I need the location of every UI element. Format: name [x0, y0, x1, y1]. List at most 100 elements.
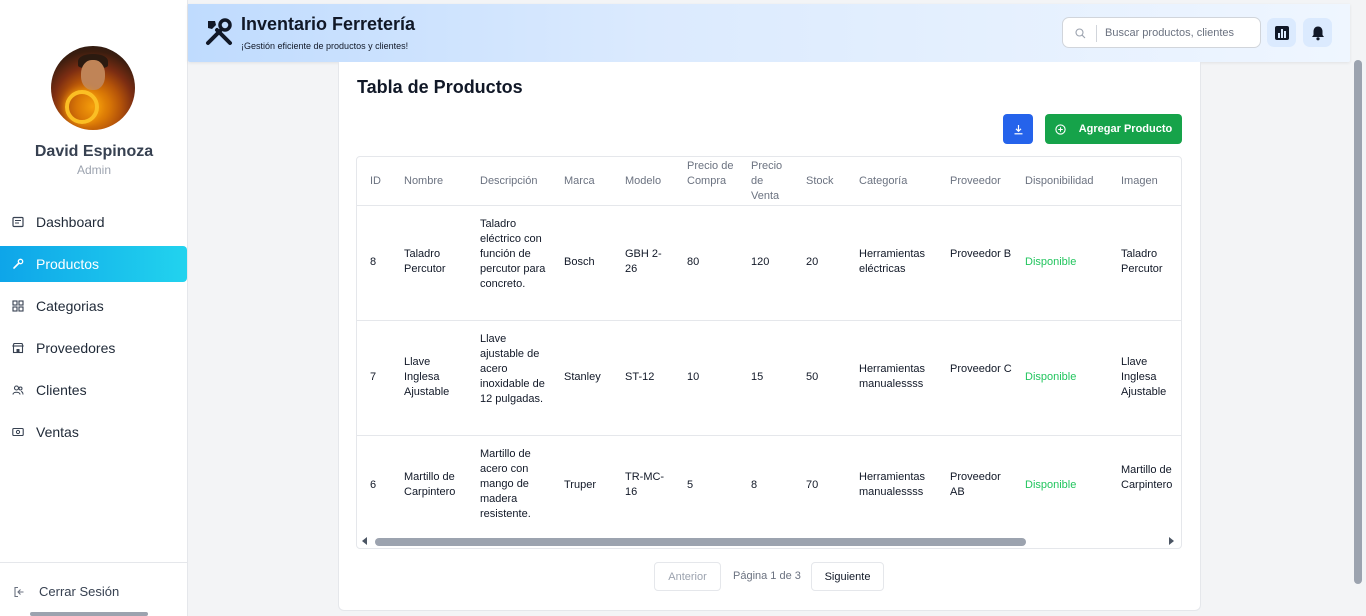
cell-stock: 70: [806, 479, 819, 491]
cell-precio-compra: 80: [687, 256, 700, 268]
column-header-stock[interactable]: Stock: [806, 174, 834, 189]
logout-label: Cerrar Sesión: [39, 584, 120, 599]
cell-descripcion: Taladro eléctrico con función de percuto…: [480, 218, 546, 290]
column-header-descripcion[interactable]: Descripción: [480, 174, 537, 189]
cell-id: 7: [370, 371, 377, 383]
sidebar: David Espinoza Admin Dashboard Productos…: [0, 0, 188, 616]
sidebar-item-label: Clientes: [36, 382, 87, 398]
products-table: ID Nombre Descripción Marca Modelo Preci…: [356, 156, 1182, 549]
search-icon: [1075, 28, 1086, 39]
column-header-nombre[interactable]: Nombre: [404, 174, 443, 189]
sidebar-item-proveedores[interactable]: Proveedores: [0, 330, 187, 366]
logout-button[interactable]: Cerrar Sesión: [13, 584, 119, 599]
download-button[interactable]: [1003, 114, 1033, 144]
divider: [0, 562, 187, 563]
cell-nombre: Taladro Percutor: [404, 248, 446, 275]
sidebar-item-label: Productos: [36, 256, 100, 272]
page-indicator: Página 1 de 3: [733, 570, 801, 582]
next-page-button[interactable]: Siguiente: [811, 562, 884, 591]
sidebar-item-clientes[interactable]: Clientes: [0, 372, 187, 408]
column-header-marca[interactable]: Marca: [564, 174, 595, 189]
cell-marca: Bosch: [564, 256, 595, 268]
store-icon: [12, 342, 24, 354]
column-header-id[interactable]: ID: [370, 174, 381, 189]
sidebar-item-productos[interactable]: Productos: [0, 246, 187, 282]
cell-disponibilidad: Disponible: [1025, 256, 1077, 268]
sidebar-item-label: Dashboard: [36, 214, 105, 230]
bell-icon: [1311, 26, 1324, 40]
cell-precio-compra: 5: [687, 479, 694, 491]
cell-nombre: Martillo de Carpintero: [404, 471, 456, 498]
scroll-left-icon[interactable]: [362, 537, 367, 545]
cell-proveedor: Proveedor B: [950, 248, 1012, 260]
cell-marca: Truper: [564, 479, 596, 491]
user-role: Admin: [76, 163, 111, 177]
plus-circle-icon: [1055, 123, 1066, 135]
users-icon: [12, 384, 24, 396]
sidebar-item-ventas[interactable]: Ventas: [0, 414, 187, 450]
cell-modelo: TR-MC-16: [625, 471, 665, 498]
cell-proveedor: Proveedor C: [950, 363, 1012, 375]
cell-precio-venta: 120: [751, 256, 770, 268]
column-header-precio-venta[interactable]: Precio de Venta: [751, 159, 791, 204]
cell-descripcion: Martillo de acero con mango de madera re…: [480, 448, 531, 520]
divider: [357, 320, 1181, 321]
sidebar-item-dashboard[interactable]: Dashboard: [0, 204, 187, 240]
cell-stock: 20: [806, 256, 819, 268]
product-image-broken: Llave Inglesa Ajustable: [1121, 356, 1167, 398]
search-box[interactable]: [1062, 17, 1261, 48]
cell-categoria: Herramientas manualessss: [859, 471, 926, 498]
cell-proveedor: Proveedor AB: [950, 471, 1001, 498]
column-header-categoria[interactable]: Categoría: [859, 174, 907, 189]
cell-descripcion: Llave ajustable de acero inoxidable de 1…: [480, 333, 545, 405]
cell-categoria: Herramientas manualessss: [859, 363, 926, 390]
column-header-imagen[interactable]: Imagen: [1121, 174, 1158, 189]
table-scrollbar[interactable]: [357, 534, 1181, 548]
add-product-button[interactable]: Agregar Producto: [1045, 114, 1182, 144]
sidebar-item-label: Categorias: [36, 298, 104, 314]
stats-button[interactable]: [1267, 18, 1296, 47]
sidebar-item-label: Proveedores: [36, 340, 116, 356]
cell-modelo: ST-12: [625, 371, 655, 383]
avatar: [51, 46, 135, 130]
column-header-modelo[interactable]: Modelo: [625, 174, 661, 189]
cell-id: 8: [370, 256, 377, 268]
sidebar-scrollbar[interactable]: [30, 612, 148, 616]
column-header-precio-compra[interactable]: Precio de Compra: [687, 159, 735, 189]
cell-categoria: Herramientas eléctricas: [859, 248, 926, 275]
app-subtitle: ¡Gestión eficiente de productos y client…: [241, 41, 409, 51]
add-product-label: Agregar Producto: [1078, 123, 1173, 135]
page-scrollbar-thumb[interactable]: [1354, 60, 1362, 584]
search-input[interactable]: [1105, 24, 1255, 42]
bar-chart-icon: [1274, 25, 1289, 40]
divider: [357, 205, 1181, 206]
grid-icon: [12, 300, 24, 312]
column-header-proveedor[interactable]: Proveedor: [950, 174, 1001, 189]
cell-precio-venta: 8: [751, 479, 758, 491]
table-scrollbar-thumb[interactable]: [375, 538, 1026, 546]
wrench-icon: [12, 258, 24, 270]
cell-disponibilidad: Disponible: [1025, 479, 1077, 491]
user-name: David Espinoza: [34, 143, 154, 160]
download-icon: [1014, 124, 1022, 134]
divider: [357, 435, 1181, 436]
cell-id: 6: [370, 479, 377, 491]
product-image-broken: Martillo de Carpintero: [1121, 464, 1173, 491]
previous-page-button[interactable]: Anterior: [654, 562, 721, 591]
sidebar-item-categorias[interactable]: Categorias: [0, 288, 187, 324]
app-title: Inventario Ferretería: [241, 14, 416, 34]
scroll-right-icon[interactable]: [1169, 537, 1174, 545]
cell-stock: 50: [806, 371, 819, 383]
tools-icon: [206, 18, 232, 45]
column-header-disponibilidad[interactable]: Disponibilidad: [1025, 174, 1094, 189]
cash-icon: [12, 426, 24, 438]
notifications-button[interactable]: [1303, 18, 1332, 47]
logout-icon: [13, 586, 25, 598]
cell-marca: Stanley: [564, 371, 601, 383]
sidebar-item-label: Ventas: [36, 424, 79, 440]
divider: [1096, 25, 1097, 42]
cell-modelo: GBH 2-26: [625, 248, 662, 275]
dashboard-icon: [12, 216, 24, 228]
page-title: Tabla de Productos: [357, 77, 523, 97]
cell-precio-compra: 10: [687, 371, 700, 383]
